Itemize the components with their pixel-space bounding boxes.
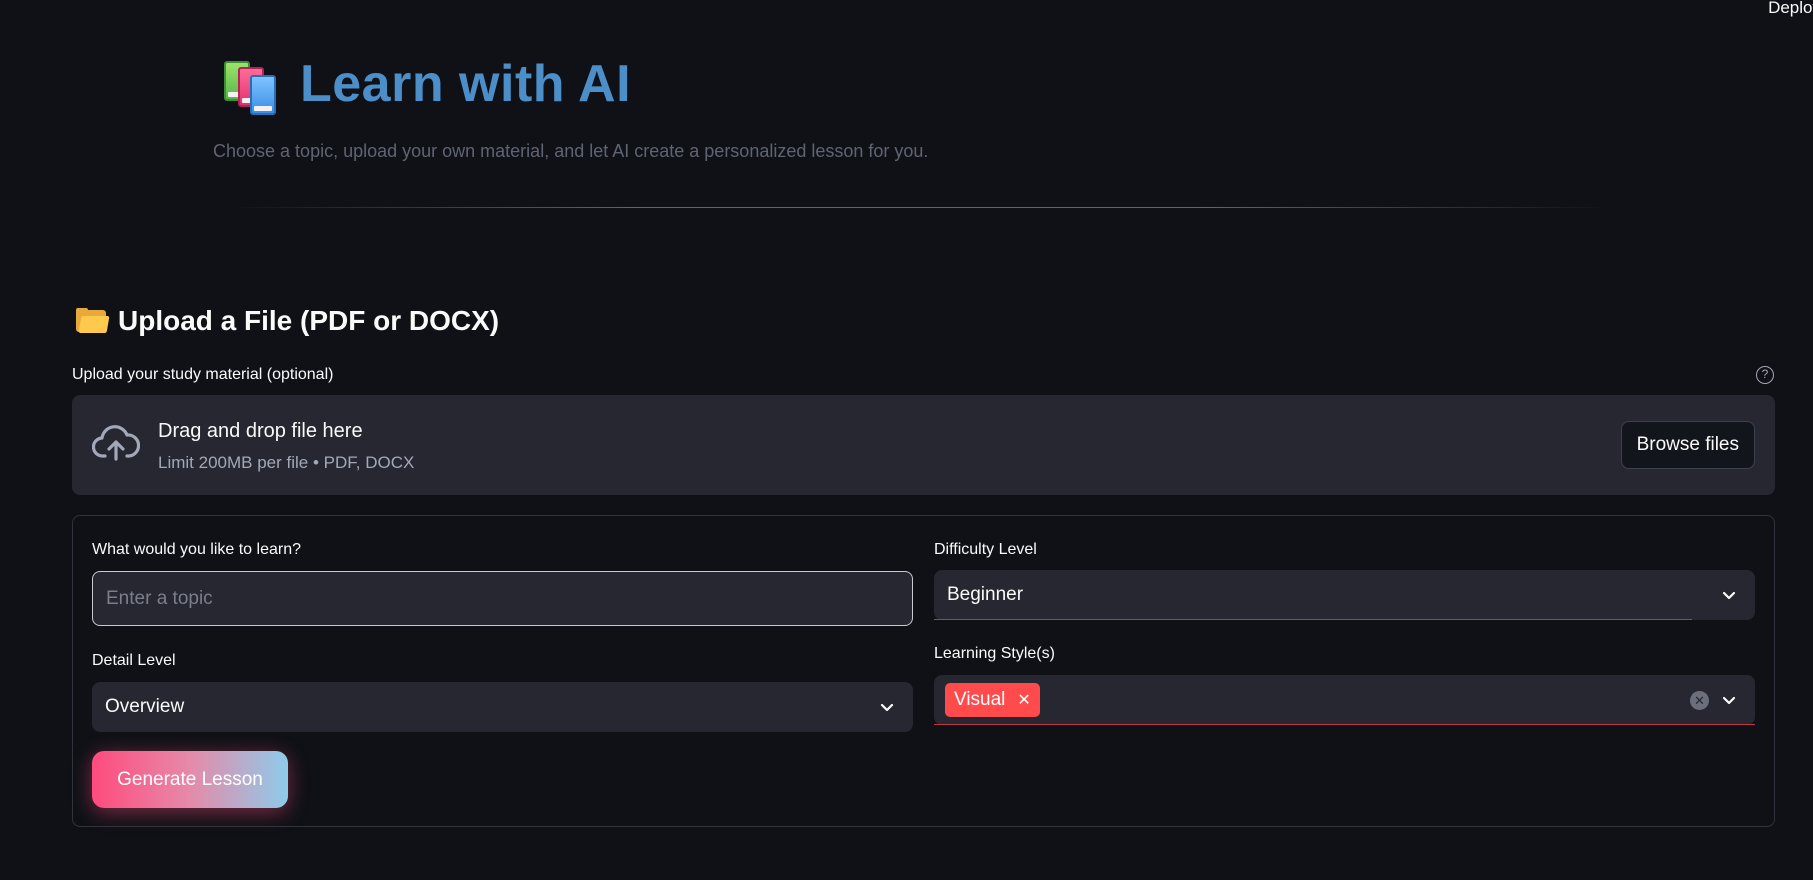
- remove-tag-icon[interactable]: ✕: [1017, 690, 1030, 710]
- topic-input[interactable]: [92, 571, 913, 626]
- app-page: Deploy Learn with AI Choose a topic, upl…: [0, 0, 1813, 880]
- difficulty-select[interactable]: Beginner: [934, 570, 1755, 620]
- detail-value: Overview: [105, 696, 185, 717]
- folder-icon: [76, 308, 110, 334]
- style-tag: Visual ✕: [945, 683, 1040, 717]
- style-tag-label: Visual: [954, 689, 1006, 710]
- upload-label: Upload your study material (optional): [72, 366, 334, 383]
- clear-selection-icon[interactable]: ✕: [1690, 691, 1709, 710]
- generate-lesson-button[interactable]: Generate Lesson: [92, 751, 288, 808]
- detail-label: Detail Level: [92, 652, 176, 669]
- page-subtitle: Choose a topic, upload your own material…: [213, 141, 929, 161]
- browse-files-button[interactable]: Browse files: [1620, 421, 1755, 469]
- books-icon: [222, 55, 282, 115]
- upload-section-title: Upload a File (PDF or DOCX): [118, 305, 500, 336]
- difficulty-value: Beginner: [947, 584, 1024, 605]
- chevron-down-icon: [880, 703, 894, 712]
- chevron-down-icon: [1722, 591, 1736, 600]
- learning-style-multiselect[interactable]: Visual ✕ ✕: [934, 675, 1755, 725]
- topic-label: What would you like to learn?: [92, 541, 301, 558]
- page-title: Learn with AI: [300, 55, 632, 113]
- help-icon[interactable]: ?: [1756, 366, 1774, 384]
- learning-style-label: Learning Style(s): [934, 645, 1055, 662]
- file-dropzone[interactable]: Drag and drop file here Limit 200MB per …: [72, 395, 1775, 495]
- deploy-button[interactable]: Deploy: [1768, 0, 1813, 18]
- lesson-form: What would you like to learn? Difficulty…: [72, 515, 1775, 827]
- cloud-upload-icon: [92, 425, 140, 461]
- upload-section-header: Upload a File (PDF or DOCX): [76, 305, 499, 337]
- difficulty-label: Difficulty Level: [934, 541, 1037, 558]
- header-divider: [230, 207, 1610, 208]
- dropzone-title: Drag and drop file here: [158, 420, 363, 442]
- chevron-down-icon: [1722, 696, 1736, 705]
- hero-header: Learn with AI: [222, 54, 632, 115]
- detail-select[interactable]: Overview: [92, 682, 913, 732]
- dropzone-limit: Limit 200MB per file • PDF, DOCX: [158, 453, 415, 472]
